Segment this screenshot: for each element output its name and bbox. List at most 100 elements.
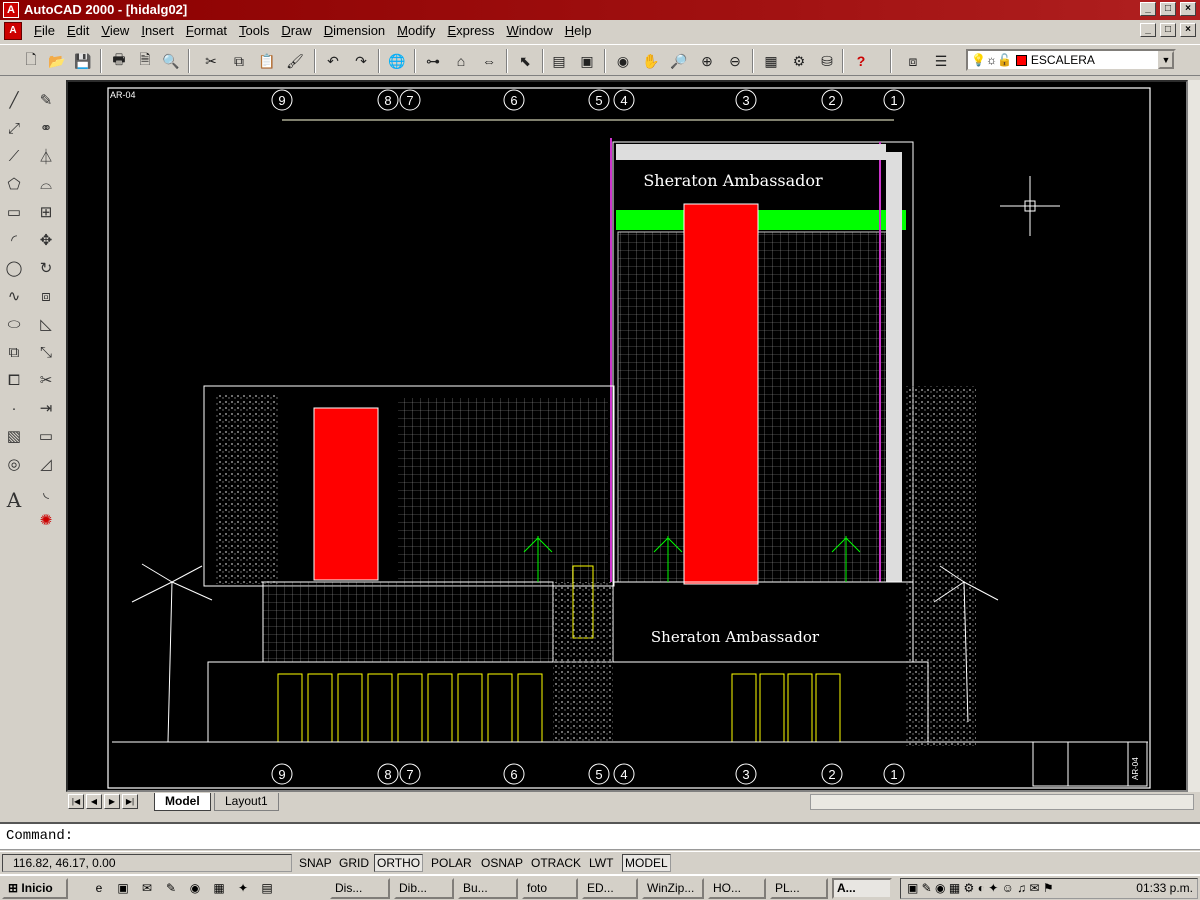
stretch-icon[interactable]: ◺ xyxy=(34,312,58,336)
app-shortcut-icon[interactable]: ▤ xyxy=(258,880,276,897)
app-shortcut-icon[interactable]: ✎ xyxy=(162,880,180,897)
undo-icon[interactable]: ↶ xyxy=(322,50,344,72)
circle-icon[interactable]: ◯ xyxy=(2,256,26,280)
menu-dimension[interactable]: Dimension xyxy=(318,23,391,39)
erase-icon[interactable]: ✎ xyxy=(34,88,58,112)
aerial-view-icon[interactable]: ▤ xyxy=(548,50,570,72)
chamfer-icon[interactable]: ◿ xyxy=(34,452,58,476)
menu-view[interactable]: View xyxy=(95,23,135,39)
horizontal-scrollbar[interactable] xyxy=(810,794,1194,810)
task-button[interactable]: Dib... xyxy=(394,878,454,899)
task-button[interactable]: Bu... xyxy=(458,878,518,899)
move-icon[interactable]: ✥ xyxy=(34,228,58,252)
make-object-layer-current-icon[interactable]: ⧈ xyxy=(902,50,924,72)
spline-icon[interactable]: ∿ xyxy=(2,284,26,308)
layers-icon[interactable]: ☰ xyxy=(930,50,952,72)
polygon-icon[interactable]: ⬠ xyxy=(2,172,26,196)
layer-dropdown[interactable]: 💡 ☼ 🔓 ESCALERA ▼ xyxy=(966,49,1176,71)
copy-object-icon[interactable]: ⚭ xyxy=(34,116,58,140)
paste-icon[interactable]: 📋 xyxy=(256,50,278,72)
snap-toggle[interactable]: SNAP xyxy=(296,854,335,872)
break-icon[interactable]: ▭ xyxy=(34,424,58,448)
3d-orbit-icon[interactable]: ◉ xyxy=(612,50,634,72)
menu-format[interactable]: Format xyxy=(180,23,233,39)
lwt-toggle[interactable]: LWT xyxy=(586,854,616,872)
arc-icon[interactable]: ◜ xyxy=(2,228,26,252)
redo-icon[interactable]: ↷ xyxy=(350,50,372,72)
line-icon[interactable]: ╱ xyxy=(2,88,26,112)
dbconnect-icon[interactable]: ⛁ xyxy=(816,50,838,72)
menu-file[interactable]: File xyxy=(28,23,61,39)
otrack-toggle[interactable]: OTRACK xyxy=(528,854,584,872)
task-button[interactable]: PL... xyxy=(770,878,828,899)
multiline-text-icon[interactable]: A xyxy=(2,488,26,512)
close-button[interactable]: × xyxy=(1180,2,1196,16)
task-button[interactable]: HO... xyxy=(708,878,766,899)
help-icon[interactable]: ? xyxy=(850,50,872,72)
array-icon[interactable]: ⊞ xyxy=(34,200,58,224)
doc-minimize-button[interactable]: _ xyxy=(1140,23,1156,37)
osnap-toggle[interactable]: OSNAP xyxy=(478,854,526,872)
trim-icon[interactable]: ✂ xyxy=(34,368,58,392)
task-button[interactable]: foto xyxy=(522,878,578,899)
copy-icon[interactable]: ⧉ xyxy=(228,50,250,72)
task-button[interactable]: WinZip... xyxy=(642,878,704,899)
app-shortcut-icon[interactable]: ▦ xyxy=(210,880,228,897)
outlook-icon[interactable]: ✉ xyxy=(138,880,156,897)
rotate-icon[interactable]: ↻ xyxy=(34,256,58,280)
design-center-icon[interactable]: ⚙ xyxy=(788,50,810,72)
menu-help[interactable]: Help xyxy=(559,23,598,39)
vertical-scrollbar[interactable] xyxy=(1188,80,1200,792)
next-tab-icon[interactable]: ▶ xyxy=(104,794,120,809)
grid-toggle[interactable]: GRID xyxy=(336,854,372,872)
menu-insert[interactable]: Insert xyxy=(135,23,180,39)
explode-icon[interactable]: ✺ xyxy=(34,508,58,532)
ucs-icon[interactable]: ⌂ xyxy=(450,50,472,72)
distance-icon[interactable]: ⇔ xyxy=(478,50,500,72)
doc-restore-button[interactable]: □ xyxy=(1160,23,1176,37)
match-properties-icon[interactable]: 🖌 xyxy=(284,50,306,72)
desktop-icon[interactable]: ▣ xyxy=(114,880,132,897)
region-icon[interactable]: ◎ xyxy=(2,452,26,476)
mirror-icon[interactable]: ⏃ xyxy=(34,144,58,168)
menu-modify[interactable]: Modify xyxy=(391,23,441,39)
model-toggle[interactable]: MODEL xyxy=(622,854,671,872)
rectangle-icon[interactable]: ▭ xyxy=(2,200,26,224)
task-button[interactable]: ED... xyxy=(582,878,638,899)
maximize-button[interactable]: □ xyxy=(1160,2,1176,16)
menu-express[interactable]: Express xyxy=(441,23,500,39)
lengthen-icon[interactable]: ⤡ xyxy=(34,340,58,364)
internet-explorer-icon[interactable]: e xyxy=(90,880,108,897)
pointer-icon[interactable]: ⬉ xyxy=(514,50,536,72)
task-button-autocad[interactable]: A... xyxy=(832,878,892,899)
pan-icon[interactable]: ✋ xyxy=(640,50,662,72)
zoom-window-icon[interactable]: ⊕ xyxy=(696,50,718,72)
menu-draw[interactable]: Draw xyxy=(275,23,317,39)
web-globe-icon[interactable]: 🌐 xyxy=(386,50,408,72)
new-file-icon[interactable]: 🗋 xyxy=(20,50,42,72)
fillet-icon[interactable]: ◟ xyxy=(34,480,58,504)
construction-line-icon[interactable]: ⤢ xyxy=(2,116,26,140)
cut-icon[interactable]: ✂ xyxy=(200,50,222,72)
menu-window[interactable]: Window xyxy=(500,23,558,39)
insert-block-icon[interactable]: ⧉ xyxy=(2,340,26,364)
start-button[interactable]: ⊞ Inicio xyxy=(2,878,68,899)
doc-close-button[interactable]: × xyxy=(1180,23,1196,37)
polyline-icon[interactable]: ⟋ xyxy=(2,144,26,168)
ortho-toggle[interactable]: ORTHO xyxy=(374,854,424,872)
hatch-icon[interactable]: ▧ xyxy=(2,424,26,448)
extend-icon[interactable]: ⇥ xyxy=(34,396,58,420)
menu-edit[interactable]: Edit xyxy=(61,23,95,39)
task-button[interactable]: Dis... xyxy=(330,878,390,899)
object-snap-icon[interactable]: ⊶ xyxy=(422,50,444,72)
prev-tab-icon[interactable]: ◀ xyxy=(86,794,102,809)
zoom-realtime-icon[interactable]: 🔎 xyxy=(668,50,690,72)
named-views-icon[interactable]: ▣ xyxy=(576,50,598,72)
minimize-button[interactable]: _ xyxy=(1140,2,1156,16)
tray-icons[interactable]: ▣ ✎ ◉ ▦ ⚙ ◐ ✦ ☺ ♫ ✉ ⚑ xyxy=(907,881,1054,895)
tab-layout1[interactable]: Layout1 xyxy=(214,793,279,811)
save-icon[interactable]: 💾 xyxy=(72,50,94,72)
point-icon[interactable]: · xyxy=(2,396,26,420)
make-block-icon[interactable]: ⧠ xyxy=(2,368,26,392)
tab-model[interactable]: Model xyxy=(154,793,211,811)
